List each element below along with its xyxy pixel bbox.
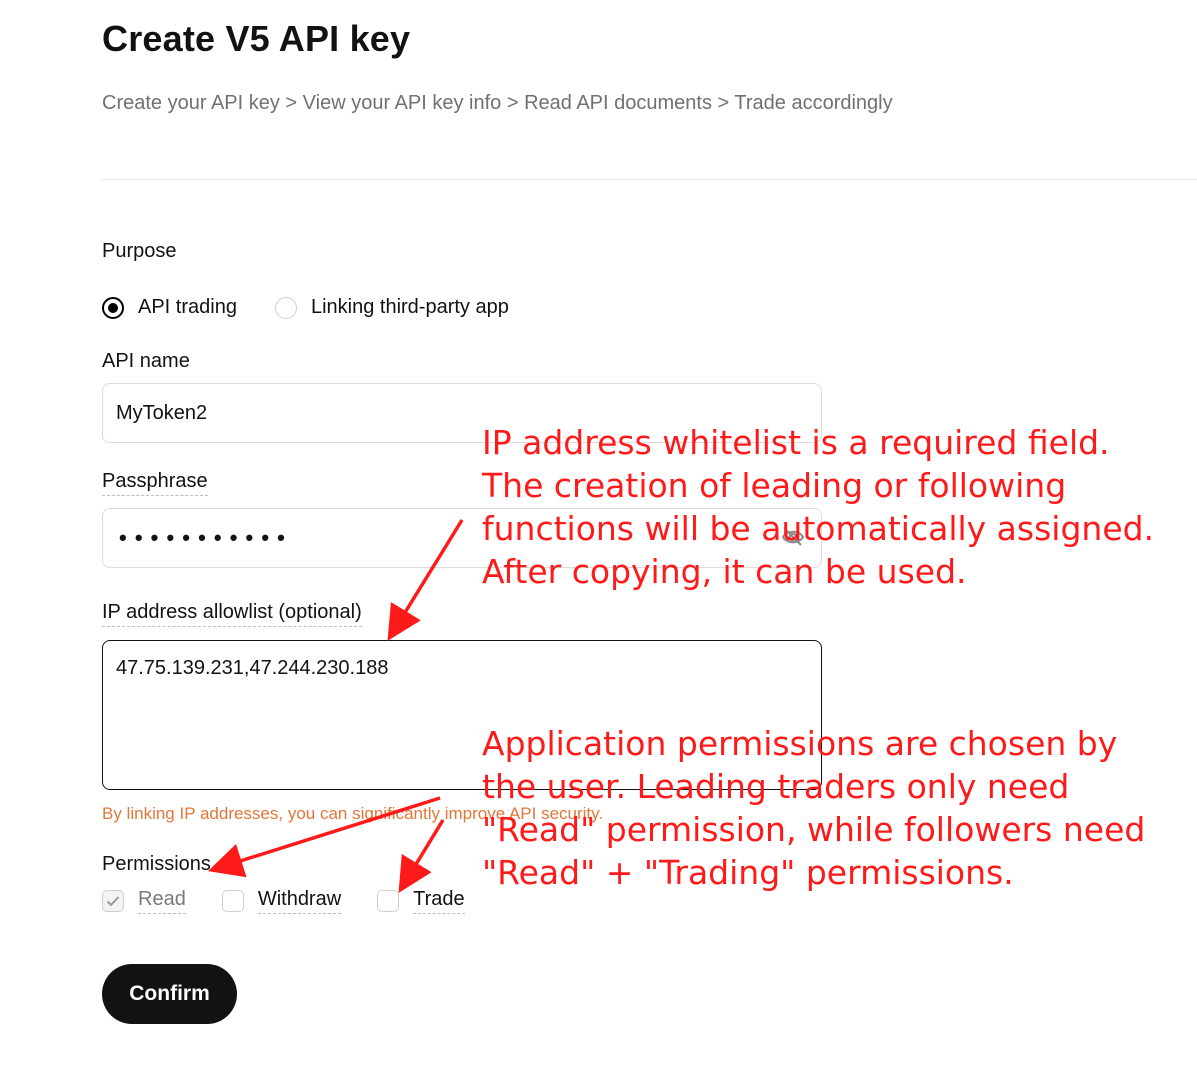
annotation-ip-note: IP address whitelist is a required field… bbox=[482, 423, 1155, 591]
api-name-value: MyToken2 bbox=[116, 402, 208, 424]
radio-third-party[interactable] bbox=[274, 296, 297, 319]
confirm-button[interactable]: Confirm bbox=[102, 964, 237, 1024]
api-name-label: API name bbox=[102, 350, 190, 372]
radio-third-party-label[interactable]: Linking third-party app bbox=[311, 296, 509, 319]
passphrase-label: Passphrase bbox=[102, 470, 208, 496]
check-icon bbox=[106, 896, 120, 907]
purpose-radio-group: API trading Linking third-party app bbox=[102, 296, 547, 319]
permission-withdraw-label[interactable]: Withdraw bbox=[257, 888, 342, 914]
breadcrumb: Create your API key > View your API key … bbox=[102, 92, 893, 114]
divider bbox=[102, 179, 1197, 180]
arrow-to-trade bbox=[398, 819, 445, 893]
permission-trade-label[interactable]: Trade bbox=[413, 888, 465, 914]
ip-allowlist-label: IP address allowlist (optional) bbox=[102, 601, 362, 627]
checkbox-withdraw[interactable] bbox=[221, 890, 244, 912]
checkbox-trade[interactable] bbox=[377, 890, 400, 912]
ip-allowlist-value: 47.75.139.231,47.244.230.188 bbox=[116, 657, 389, 679]
radio-api-trading[interactable] bbox=[102, 296, 124, 319]
page-title: Create V5 API key bbox=[102, 18, 411, 59]
radio-api-trading-label[interactable]: API trading bbox=[138, 296, 237, 319]
purpose-label: Purpose bbox=[102, 240, 177, 262]
checkbox-read[interactable] bbox=[102, 890, 124, 912]
permission-read-label[interactable]: Read bbox=[138, 888, 186, 914]
permissions-group: Read Withdraw Trade bbox=[102, 888, 501, 914]
permissions-label: Permissions bbox=[102, 853, 211, 875]
passphrase-value: • • • • • • • • • • • bbox=[119, 525, 286, 550]
annotation-permissions-note: Application permissions are chosen by th… bbox=[482, 724, 1146, 892]
